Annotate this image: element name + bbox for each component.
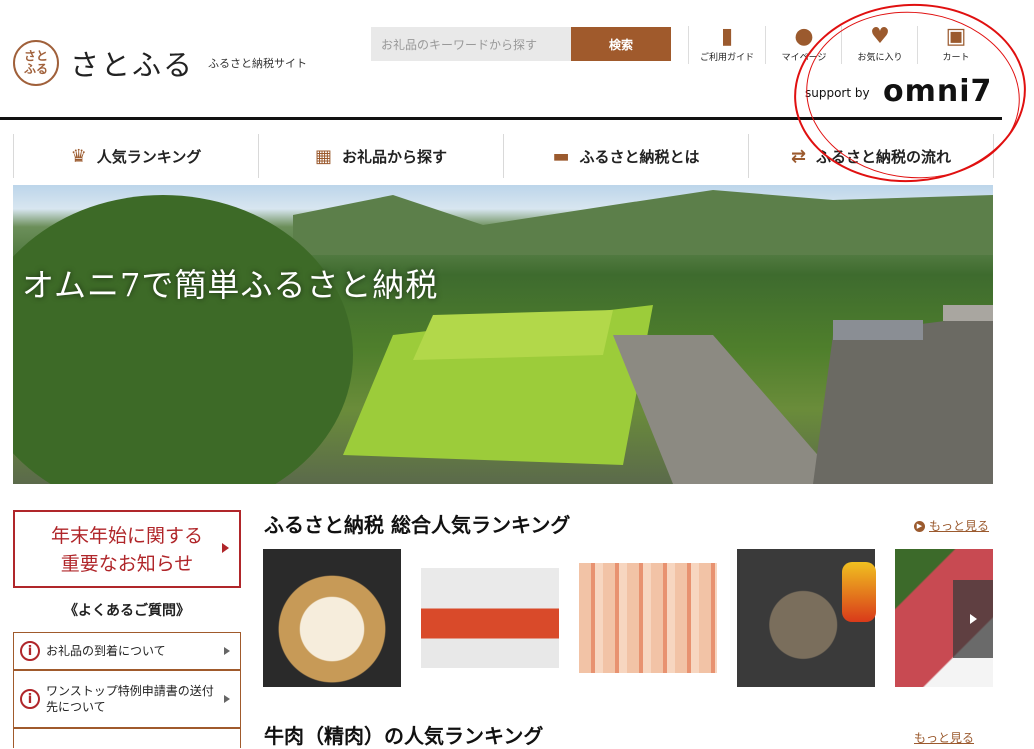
nav-ranking[interactable]: ♛ 人気ランキング bbox=[14, 134, 259, 178]
carousel-next-button[interactable] bbox=[953, 580, 993, 658]
nav-about[interactable]: ▬ ふるさと納税とは bbox=[504, 134, 749, 178]
arrow-right-icon bbox=[224, 647, 230, 655]
arrow-right-icon bbox=[969, 614, 977, 624]
gift-icon: ▦ bbox=[314, 145, 332, 167]
more-label: もっと見る bbox=[914, 731, 975, 745]
hero-headline: オムニ7で簡単ふるさと納税 bbox=[22, 266, 439, 304]
more-link[interactable]: ▶ もっと見る bbox=[914, 517, 989, 534]
product-thumb-scallops[interactable] bbox=[263, 549, 401, 687]
arrow-right-icon bbox=[222, 543, 229, 553]
site-tagline: ふるさと納税サイト bbox=[208, 57, 307, 70]
nav-label: 人気ランキング bbox=[96, 147, 202, 166]
product-thumb-crab[interactable] bbox=[579, 563, 717, 673]
important-notice-button[interactable]: 年末年始に関する 重要なお知らせ bbox=[13, 510, 241, 588]
play-icon: ▶ bbox=[914, 521, 925, 532]
money-icon: ▬ bbox=[552, 145, 570, 167]
more-label: もっと見る bbox=[929, 519, 990, 533]
nav-label: ふるさと納税とは bbox=[579, 147, 700, 166]
faq-item-onestop[interactable]: i ワンストップ特例申請書の送付先について bbox=[13, 670, 241, 728]
faq-heading: 《よくあるご質問》 bbox=[64, 603, 190, 619]
search-button[interactable]: 検索 bbox=[571, 27, 671, 61]
arrow-right-icon bbox=[224, 695, 230, 703]
site-logo[interactable]: さとふる bbox=[70, 42, 194, 84]
guide-label: ご利用ガイド bbox=[699, 53, 754, 63]
exchange-icon: ⇄ bbox=[790, 145, 807, 167]
nav-search-gifts[interactable]: ▦ お礼品から探す bbox=[259, 134, 504, 178]
hero-banner[interactable] bbox=[13, 185, 993, 484]
faq-item-next[interactable] bbox=[13, 728, 241, 748]
faq-item-arrival[interactable]: i お礼品の到着について bbox=[13, 632, 241, 670]
search-placeholder: お礼品のキーワードから探す bbox=[381, 37, 538, 52]
info-icon: i bbox=[20, 689, 40, 709]
faq-label: お礼品の到着について bbox=[46, 644, 166, 658]
product-thumb-peppers bbox=[842, 562, 876, 622]
search-input[interactable]: お礼品のキーワードから探す bbox=[371, 27, 571, 61]
more-link[interactable]: もっと見る bbox=[914, 729, 974, 746]
info-icon: i bbox=[20, 641, 40, 661]
notice-line1: 年末年始に関する bbox=[50, 525, 203, 547]
guide-link[interactable]: ▮ ご利用ガイド bbox=[689, 24, 765, 68]
beef-ranking-title: 牛肉（精肉）の人気ランキング bbox=[264, 724, 544, 748]
hero-landscape bbox=[13, 190, 993, 484]
ranking-title: ふるさと納税 総合人気ランキング bbox=[264, 513, 571, 537]
product-thumb-mentaiko[interactable] bbox=[421, 568, 559, 668]
nav-label: お礼品から探す bbox=[342, 147, 448, 166]
logo-seal[interactable]: さとふる bbox=[13, 40, 59, 86]
crown-icon: ♛ bbox=[70, 145, 87, 167]
book-icon: ▮ bbox=[720, 24, 734, 49]
faq-label: ワンストップ特例申請書の送付先について bbox=[46, 684, 214, 714]
notice-line2: 重要なお知らせ bbox=[60, 553, 194, 575]
